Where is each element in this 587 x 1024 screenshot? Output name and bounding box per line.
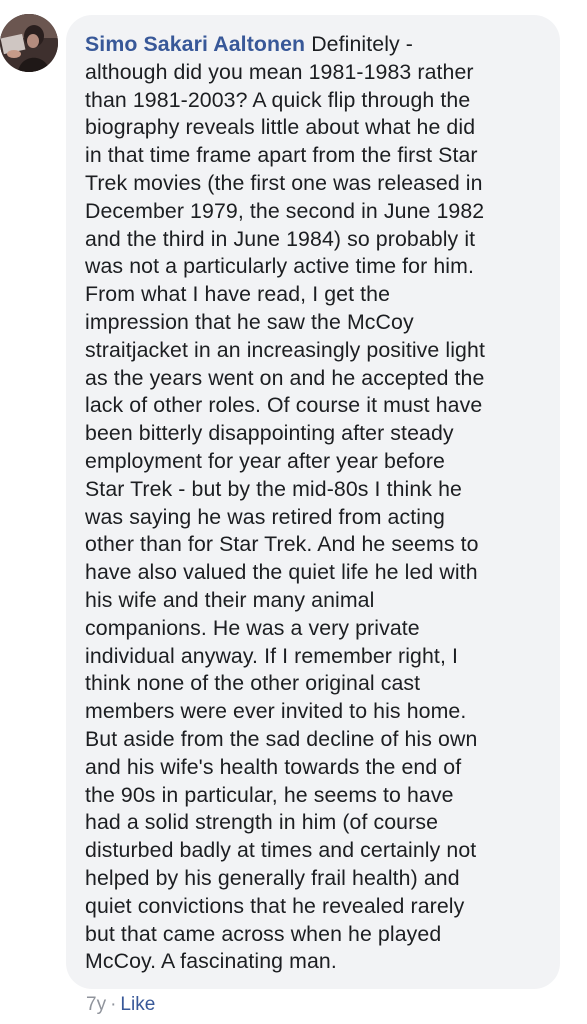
comment-text-line: From what I have read, I get the: [85, 282, 391, 307]
avatar-photo: [0, 14, 58, 72]
comment-text-line: employment for year after year before: [85, 448, 445, 473]
comment-text-line: and his wife's health towards the end of: [85, 754, 462, 779]
comment-text-line: as the years went on and he accepted the: [85, 365, 485, 390]
comment-text-line: think none of the other original cast: [85, 671, 421, 696]
meta-separator: ·: [110, 994, 117, 1015]
comment-text-line: companions. He was a very private: [85, 615, 420, 640]
comment-text-line: have also valued the quiet life he led w…: [85, 560, 478, 585]
comment-text-line: Star Trek - but by the mid-80s I think h…: [85, 476, 462, 501]
comment-text-line: and the third in June 1984) so probably …: [85, 226, 476, 251]
comment-text-line: individual anyway. If I remember right, …: [85, 643, 458, 668]
avatar[interactable]: [0, 14, 58, 72]
timestamp[interactable]: 7y: [86, 994, 106, 1015]
comment-text-line: disturbed badly at times and certainly n…: [85, 838, 477, 863]
comment-text-line: other than for Star Trek. And he seems t…: [85, 532, 479, 557]
comment-text-line: Definitely -: [311, 32, 414, 56]
comment-bubble: Simo Sakari Aaltonen Definitely - althoug…: [66, 15, 560, 989]
comment-text-line: in that time frame apart from the first …: [85, 143, 478, 168]
comment-text-line: lack of other roles. Of course it must h…: [85, 393, 483, 418]
comment-text-line: biography reveals little about what he d…: [85, 115, 476, 140]
comment-text-line: But aside from the sad decline of his ow…: [85, 726, 478, 751]
comment-meta: 7y · Like: [86, 993, 155, 1017]
comment-text-line: members were ever invited to his home.: [85, 699, 467, 724]
comment-text-line: his wife and their many animal: [85, 587, 375, 612]
comment-text-line: Trek movies (the first one was released …: [85, 170, 483, 195]
comment-text-line: was saying he was retired from acting: [85, 504, 445, 529]
comment-text-line: quiet convictions that he revealed rarel…: [85, 893, 465, 918]
comment-text-line: was not a particularly active time for h…: [85, 254, 474, 279]
comment-text-line: had a solid strength in him (of course: [85, 810, 439, 835]
comment-text-line: impression that he saw the McCoy: [85, 309, 414, 334]
comment: Simo Sakari Aaltonen Definitely - althoug…: [0, 0, 587, 1024]
comment-text-line: straitjacket in an increasingly positive…: [85, 337, 485, 362]
comment-text-line: helped by his generally frail health) an…: [85, 865, 460, 890]
comment-text-line: than 1981-2003? A quick flip through the: [85, 87, 471, 112]
comment-text-line: although did you mean 1981-1983 rather: [85, 59, 474, 84]
comment-text-line: December 1979, the second in June 1982: [85, 198, 485, 223]
comment-text-line: the 90s in particular, he seems to have: [85, 782, 454, 807]
comment-text-line: McCoy. A fascinating man.: [85, 949, 337, 974]
author-name[interactable]: Simo Sakari Aaltonen: [85, 32, 305, 56]
comment-text-line: but that came across when he played: [85, 921, 442, 946]
like-button[interactable]: Like: [120, 994, 155, 1015]
comment-body: Simo Sakari Aaltonen Definitely - althoug…: [85, 31, 542, 976]
comment-text-line: been bitterly disappointing after steady: [85, 421, 454, 446]
